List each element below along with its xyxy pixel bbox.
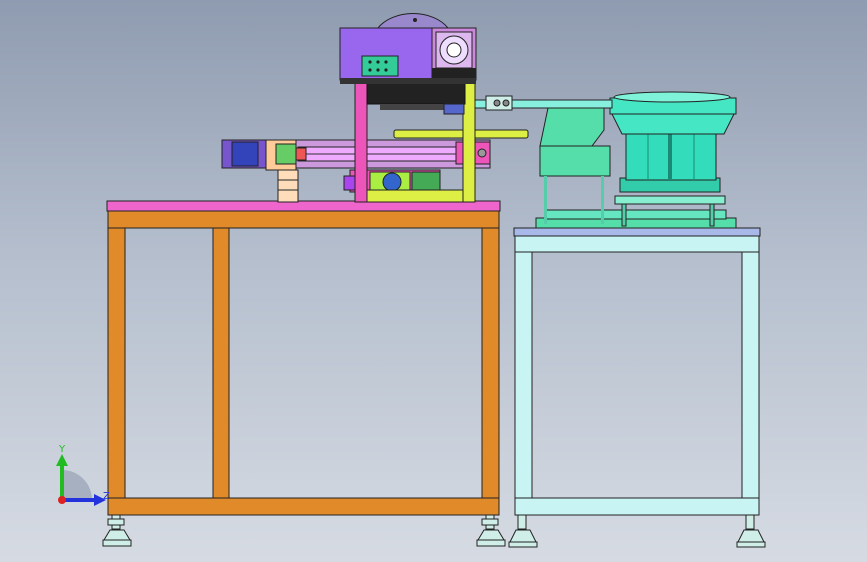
leveling-foot xyxy=(508,514,538,548)
leveling-foot xyxy=(736,514,766,548)
leveling-foot xyxy=(476,514,506,547)
cad-viewport[interactable]: Y Z xyxy=(0,0,867,562)
machine-assembly-drawing: Y Z xyxy=(56,13,766,548)
leveling-foot xyxy=(102,514,132,547)
coordinate-triad xyxy=(56,454,106,506)
rotary-head-unit xyxy=(339,13,477,84)
nameplate xyxy=(361,55,399,77)
triad-y-label: Y xyxy=(58,444,66,455)
triad-z-label: Z xyxy=(103,491,110,502)
left-work-table xyxy=(102,200,506,547)
feeder-table xyxy=(508,227,766,548)
feeder-table-top xyxy=(513,227,761,237)
